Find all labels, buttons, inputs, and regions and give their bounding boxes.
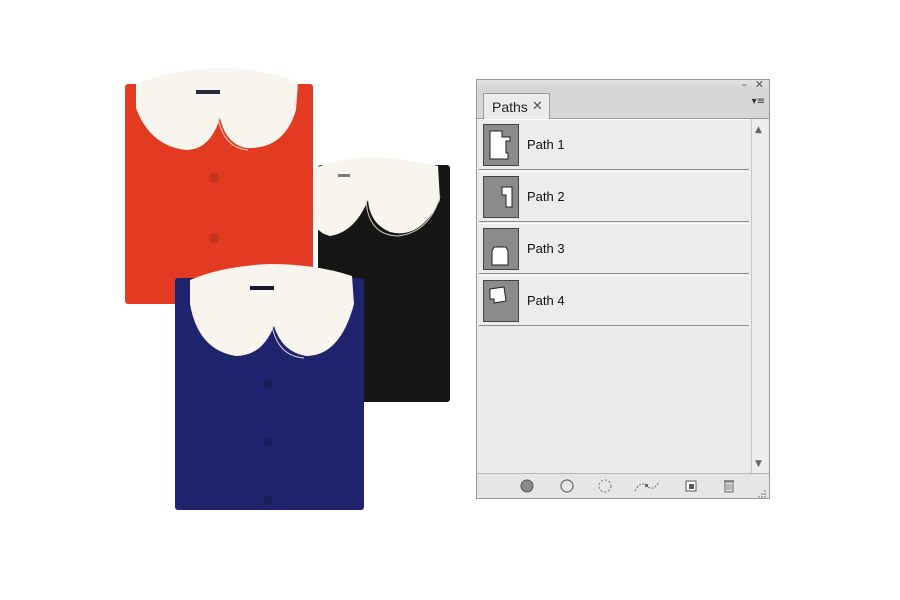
load-selection-icon[interactable] bbox=[597, 478, 613, 494]
panel-titlebar[interactable]: – ✕ bbox=[477, 79, 769, 92]
path-thumbnail-icon bbox=[483, 124, 519, 166]
minimize-button[interactable]: – bbox=[742, 79, 748, 91]
paths-panel: – ✕ Paths ✕ ▾≡ Path 1 Path 2 Path 3 Path… bbox=[476, 79, 770, 499]
close-icon[interactable]: ✕ bbox=[532, 99, 543, 114]
panel-footer bbox=[477, 473, 769, 498]
fill-path-icon[interactable] bbox=[519, 478, 535, 494]
path-row-1[interactable]: Path 1 bbox=[479, 119, 749, 170]
scroll-down-icon[interactable]: ▼ bbox=[755, 459, 762, 469]
path-thumbnail-icon bbox=[483, 176, 519, 218]
paths-list: Path 1 Path 2 Path 3 Path 4 bbox=[479, 119, 749, 475]
trash-icon[interactable] bbox=[721, 478, 737, 494]
path-row-2[interactable]: Path 2 bbox=[479, 171, 749, 222]
make-work-path-icon[interactable] bbox=[633, 478, 661, 494]
stroke-path-icon[interactable] bbox=[559, 478, 575, 494]
new-path-icon[interactable] bbox=[683, 478, 699, 494]
path-row-3[interactable]: Path 3 bbox=[479, 223, 749, 274]
product-photo bbox=[0, 0, 470, 600]
blue-garment bbox=[175, 264, 364, 510]
scroll-up-icon[interactable]: ▲ bbox=[755, 125, 762, 135]
path-label: Path 3 bbox=[527, 241, 565, 256]
path-label: Path 4 bbox=[527, 293, 565, 308]
tab-label: Paths bbox=[492, 98, 528, 115]
tab-paths[interactable]: Paths ✕ bbox=[483, 93, 550, 119]
panel-menu-icon[interactable]: ▾≡ bbox=[752, 97, 765, 107]
path-thumbnail-icon bbox=[483, 228, 519, 270]
garments-image bbox=[125, 68, 450, 510]
path-label: Path 1 bbox=[527, 137, 565, 152]
close-panel-button[interactable]: ✕ bbox=[755, 79, 764, 91]
path-thumbnail-icon bbox=[483, 280, 519, 322]
path-label: Path 2 bbox=[527, 189, 565, 204]
tab-bar: Paths ✕ ▾≡ bbox=[477, 92, 769, 119]
scrollbar[interactable]: ▲ ▼ bbox=[751, 119, 768, 475]
path-row-4[interactable]: Path 4 bbox=[479, 275, 749, 326]
resize-grip-icon[interactable] bbox=[757, 486, 767, 498]
